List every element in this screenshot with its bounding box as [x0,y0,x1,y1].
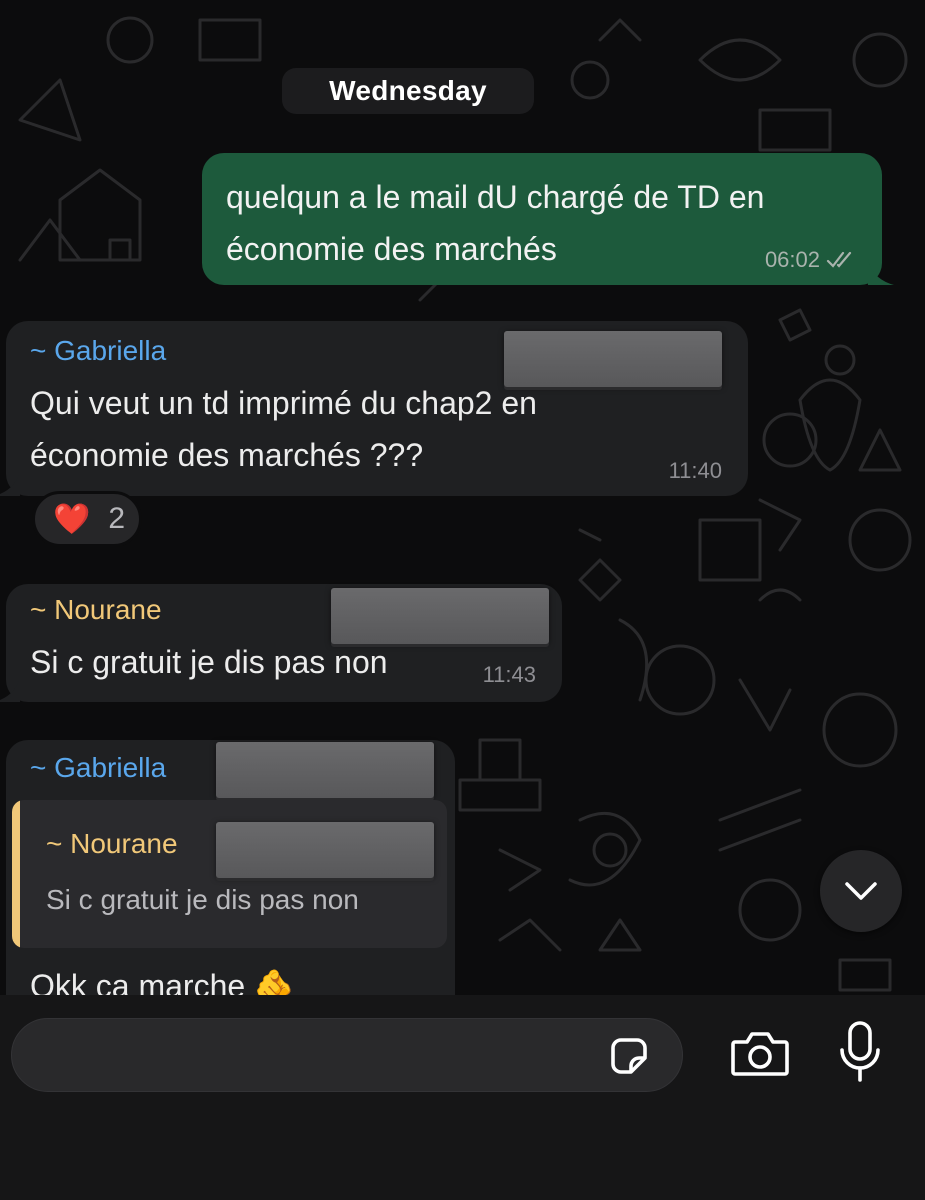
sticker-icon [611,1038,647,1074]
camera-button[interactable] [728,1023,792,1083]
date-separator-label: Wednesday [329,75,487,106]
message-input[interactable] [11,1018,683,1092]
composer-bar [0,995,925,1200]
message-line: Qui veut un td imprimé du chap2 en [30,385,537,421]
message-text: Si c gratuit je dis pas non [30,644,388,680]
microphone-icon [840,1021,880,1082]
camera-icon [731,1032,789,1076]
incoming-message[interactable]: ~ Nourane Si c gratuit je dis pas non 11… [0,584,562,702]
reaction-badge[interactable]: ❤️ 2 [32,491,142,547]
message-line: quelqun a le mail dU chargé de TD en [226,179,765,215]
double-check-icon [826,251,852,268]
message-text: Qui veut un td imprimé du chap2 en écono… [30,377,537,481]
quoted-sender-name: ~ Nourane [46,828,178,859]
quoted-message[interactable]: ~ Nourane Si c gratuit je dis pas non [12,800,447,948]
outgoing-message[interactable]: quelqun a le mail dU chargé de TD en éco… [202,153,894,285]
message-time: 11:40 [668,458,722,483]
message-time: 06:02 [764,247,820,272]
heart-emoji: ❤️ [53,502,91,536]
chevron-down-icon [845,882,877,900]
bubble-tail [0,676,20,702]
microphone-button[interactable] [834,1017,886,1087]
message-line: économie des marchés ??? [30,437,424,473]
message-line: économie des marchés [226,231,557,267]
chat-area[interactable]: Wednesday quelqun a le mail dU chargé de… [0,0,925,995]
incoming-reply-message[interactable]: ~ Gabriella ~ Nourane Si c gratuit je di… [6,740,455,995]
sender-name[interactable]: ~ Nourane [30,594,162,626]
bubble-tail [868,259,894,285]
sender-name[interactable]: ~ Gabriella [30,752,166,784]
scroll-to-bottom-button[interactable] [820,850,902,932]
message-time: 11:43 [482,662,536,687]
message-text: Okk ca marche 🫵 [30,968,294,995]
message-meta: 06:02 [765,247,856,273]
date-separator: Wednesday [282,68,534,114]
quoted-text: Si c gratuit je dis pas non [46,884,359,915]
sticker-button[interactable] [604,1031,654,1081]
quote-accent-bar [12,800,20,948]
redacted-phone-number [216,742,434,798]
message-text: quelqun a le mail dU chargé de TD en éco… [226,171,858,275]
sender-name[interactable]: ~ Gabriella [30,335,166,367]
reaction-count: 2 [108,502,126,535]
bubble-tail [0,470,20,496]
redacted-phone-number [216,822,434,878]
incoming-message[interactable]: ~ Gabriella Qui veut un td imprimé du ch… [0,321,748,496]
